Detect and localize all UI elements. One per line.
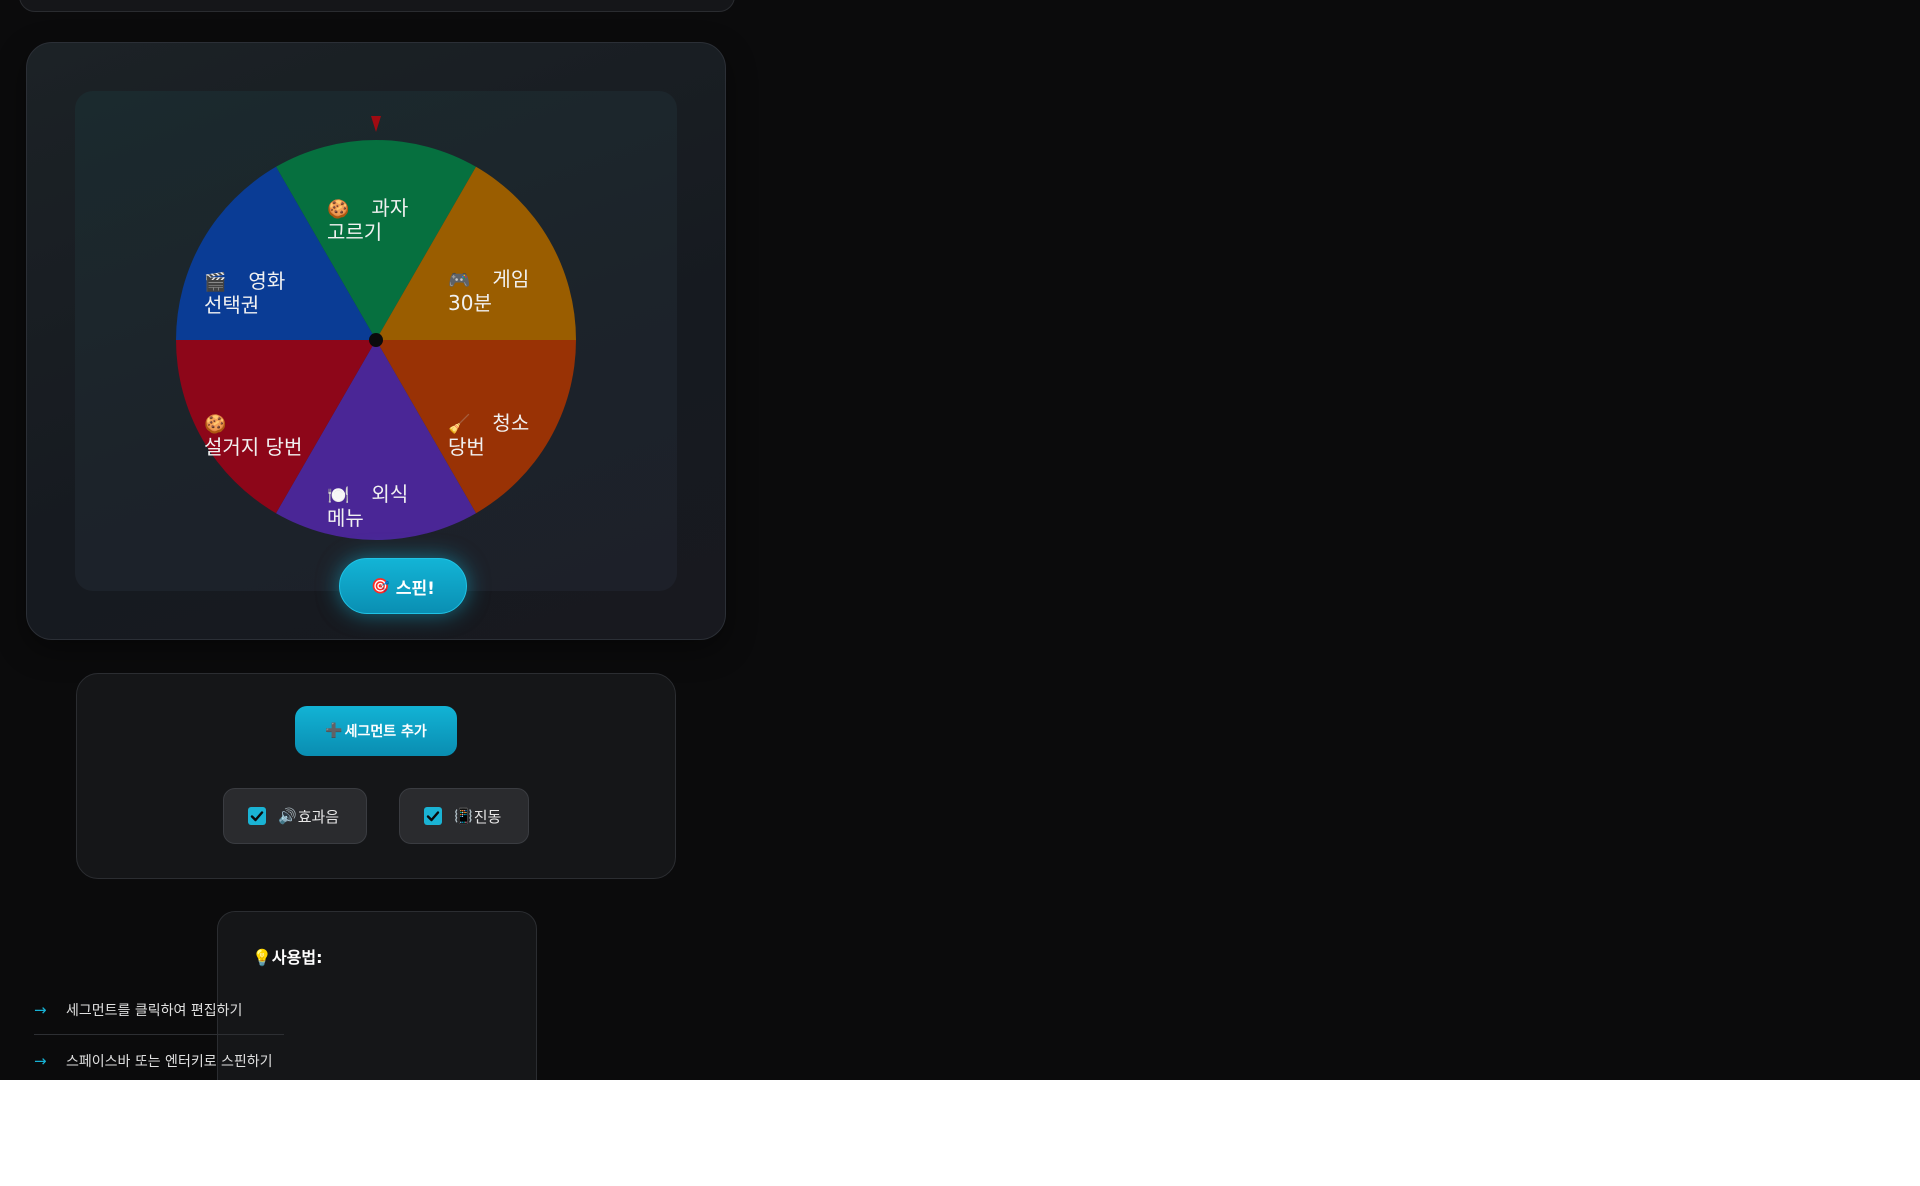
help-title: 💡사용법: <box>252 944 322 968</box>
plus-icon: ➕ <box>325 723 343 739</box>
wheel-card: 🍪 과자 고르기 🎮 게임 30분 🧹 청소 당번 🍽️ 외식 메뉴 🍪 설거지 당번 … <box>26 42 726 640</box>
help-title-text: 사용법: <box>271 948 323 967</box>
spin-button-label: 스핀! <box>395 578 435 599</box>
segment-label[interactable]: 🍪 과자 고르기 <box>327 175 408 243</box>
plate-utensils-icon: 🍽️ <box>327 485 350 506</box>
add-segment-label: 세그먼트 추가 <box>344 724 427 740</box>
controls-panel: ➕ 세그먼트 추가 🔊 효과음 📳 진동 <box>76 673 676 879</box>
page-viewport: 🍪 과자 고르기 🎮 게임 30분 🧹 청소 당번 🍽️ 외식 메뉴 🍪 설거지 당번 … <box>0 0 1920 1080</box>
previous-panel <box>19 0 735 12</box>
vibration-checkbox[interactable] <box>424 807 442 825</box>
help-list-item: → 스페이스바 또는 엔터키로 스핀하기 <box>34 1037 284 1080</box>
lightbulb-icon: 💡 <box>252 948 272 967</box>
checkmark-icon <box>250 811 264 822</box>
segment-text: 설거지 당번 <box>204 435 303 459</box>
arrow-right-icon: → <box>34 1001 47 1019</box>
sound-toggle[interactable]: 🔊 효과음 <box>223 788 367 844</box>
target-icon: 🎯 <box>371 577 390 595</box>
vibration-icon: 📳 <box>454 807 473 825</box>
speaker-icon: 🔊 <box>278 807 297 825</box>
segment-label[interactable]: 🧹 청소 당번 <box>448 390 529 458</box>
sound-checkbox[interactable] <box>248 807 266 825</box>
cookie-icon: 🍪 <box>327 199 350 220</box>
cookie-icon: 🍪 <box>204 414 227 435</box>
segment-label[interactable]: 🍽️ 외식 메뉴 <box>327 461 408 529</box>
segment-label[interactable]: 🎮 게임 30분 <box>448 246 529 314</box>
segment-label[interactable]: 🍪 설거지 당번 <box>204 390 303 459</box>
checkmark-icon <box>426 811 440 822</box>
vibration-label: 진동 <box>473 807 502 826</box>
wheel-center-dot <box>369 333 383 347</box>
gamepad-icon: 🎮 <box>448 270 471 291</box>
wheel-stage: 🍪 과자 고르기 🎮 게임 30분 🧹 청소 당번 🍽️ 외식 메뉴 🍪 설거지 당번 … <box>75 91 677 591</box>
vibration-toggle[interactable]: 📳 진동 <box>399 788 529 844</box>
broom-icon: 🧹 <box>448 414 471 435</box>
arrow-right-icon: → <box>34 1052 47 1070</box>
add-segment-button[interactable]: ➕ 세그먼트 추가 <box>295 706 457 756</box>
help-item-text: 세그먼트를 클릭하여 편집하기 <box>66 1003 243 1019</box>
sound-label: 효과음 <box>297 807 340 826</box>
segment-label[interactable]: 🎬 영화 선택권 <box>204 248 285 316</box>
spin-button[interactable]: 🎯 스핀! <box>339 558 467 614</box>
wheel-pointer-icon <box>371 116 381 132</box>
help-item-text: 스페이스바 또는 엔터키로 스핀하기 <box>66 1054 273 1070</box>
help-list-item: → 세그먼트를 클릭하여 편집하기 <box>34 986 284 1035</box>
clapperboard-icon: 🎬 <box>204 272 227 293</box>
